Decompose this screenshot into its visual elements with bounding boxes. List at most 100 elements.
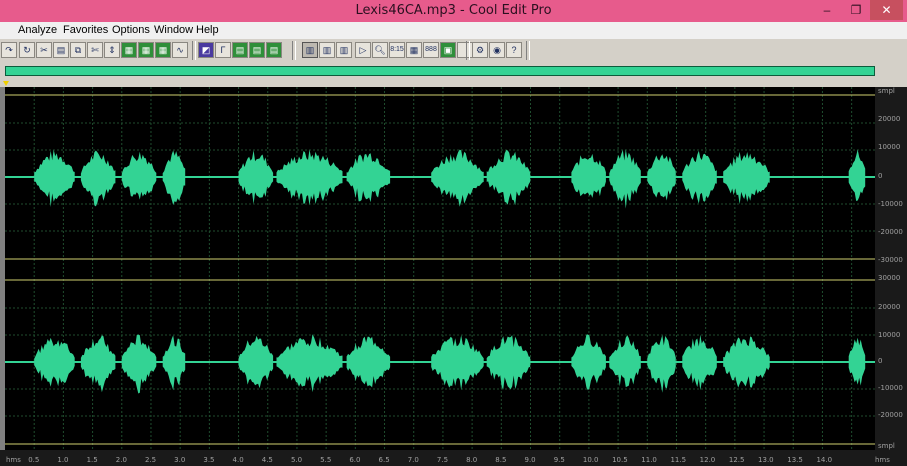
minimize-button[interactable]: ‒	[813, 0, 841, 20]
view-2-icon[interactable]: ▥	[319, 42, 335, 58]
waveform-segment	[346, 336, 391, 388]
settings-icon[interactable]: ⚙	[472, 42, 488, 58]
waveform-svg[interactable]	[5, 87, 875, 450]
amp-label: 20000	[878, 303, 901, 311]
multitrack-3-icon[interactable]: ▤	[266, 42, 282, 58]
amp-label: -20000	[878, 228, 903, 236]
amp-label: 10000	[878, 143, 901, 151]
waveform-segment	[571, 153, 606, 198]
waveform-segment	[162, 335, 186, 391]
menu-options[interactable]: Options	[112, 24, 150, 36]
waveform-segment	[80, 150, 116, 207]
cut-icon[interactable]: ✂	[36, 42, 52, 58]
time-tick-label: 1.5	[86, 456, 98, 464]
view-3-icon[interactable]: ▥	[336, 42, 352, 58]
waveform-segment	[486, 150, 531, 206]
amp-label: smpl	[878, 442, 895, 450]
multitrack-1-icon[interactable]: ▤	[232, 42, 248, 58]
time-tick-label: 2.5	[144, 456, 157, 464]
waveform-segment	[647, 154, 676, 201]
zoom-icon[interactable]: 🔍︎	[372, 42, 388, 58]
waveform-segment	[486, 335, 531, 390]
record-icon[interactable]: ◉	[489, 42, 505, 58]
time-tick-label: 6.0	[349, 456, 361, 464]
time-tick-label: 4.0	[232, 456, 244, 464]
time-tick-label: 12.5	[728, 456, 745, 464]
close-button[interactable]: ✕	[870, 0, 903, 20]
time-tick-label: 7.5	[436, 456, 449, 464]
menu-window[interactable]: Window	[154, 24, 193, 36]
paste-icon[interactable]: ✄	[87, 42, 103, 58]
menu-favorites[interactable]: Favorites	[63, 24, 108, 36]
menu-analyze[interactable]: Analyze	[18, 24, 57, 36]
time-tick-label: 3.0	[174, 456, 186, 464]
time-ruler: hms hms 0.5 1.0 1.5 2.0 2.5 3.0 3.5 4.0 4.5 5.0 5.…	[0, 450, 907, 466]
waveform-segment	[346, 153, 391, 203]
waveform-icon[interactable]: ∿	[172, 42, 188, 58]
amp-label: 20000	[878, 115, 901, 123]
time-tick-label: 3.5	[203, 456, 215, 464]
waveform-segment	[571, 334, 606, 391]
copy-icon[interactable]: ▤	[53, 42, 69, 58]
waveform-segment	[276, 149, 343, 206]
green-tool-3-icon[interactable]: ▦	[155, 42, 171, 58]
time-tick-label: 9.5	[553, 456, 565, 464]
amp-label: 0	[878, 357, 883, 365]
time-start-label: hms	[6, 456, 21, 464]
time-tick-label: 4.5	[261, 456, 273, 464]
waveform-segment	[682, 334, 717, 391]
waveform-segment	[431, 149, 484, 207]
mix-icon[interactable]: ⇕	[104, 42, 120, 58]
view-1-icon[interactable]: ▥	[302, 42, 318, 58]
time-tick-label: 10.5	[612, 456, 628, 464]
window-title: Lexis46CA.mp3 - Cool Edit Pro	[355, 3, 552, 18]
amp-label: -30000	[878, 256, 903, 264]
counter-icon[interactable]: 888	[423, 42, 439, 58]
loop-icon[interactable]: ↻	[19, 42, 35, 58]
waveform-segment	[723, 336, 770, 388]
amp-label: 10000	[878, 331, 901, 339]
help-icon[interactable]: ?	[506, 42, 522, 58]
green-tool-1-icon[interactable]: ▦	[121, 42, 137, 58]
maximize-button[interactable]: ❐	[842, 0, 870, 20]
waveform-segment	[34, 149, 75, 207]
amp-label: smpl	[878, 87, 895, 95]
waveform-display[interactable]	[5, 87, 875, 450]
menu-help[interactable]: Help	[196, 24, 219, 36]
time-tick-label: 11.5	[670, 456, 687, 464]
time-end-label: hms	[875, 456, 890, 464]
amp-label: 30000	[878, 274, 901, 282]
playhead-marker-icon[interactable]	[3, 81, 9, 86]
waveform-segment	[162, 150, 186, 205]
cue-icon[interactable]: ▣	[440, 42, 456, 58]
multitrack-2-icon[interactable]: ▤	[249, 42, 265, 58]
title-bar: Lexis46CA.mp3 - Cool Edit Pro ‒ ❐ ✕	[0, 0, 907, 22]
time-tick-label: 5.0	[290, 456, 303, 464]
time-tick-label: 0.5	[28, 456, 40, 464]
time-tick-label: 11.0	[641, 456, 657, 464]
menu-bar: Analyze Favorites Options Window Help	[0, 22, 907, 39]
overview-scrollbar[interactable]	[5, 66, 875, 76]
scissors-icon[interactable]: ⧉	[70, 42, 86, 58]
waveform-segment	[723, 151, 770, 205]
list-icon[interactable]: ▦	[406, 42, 422, 58]
waveform-segment	[682, 150, 717, 204]
envelope-icon[interactable]: ◩	[198, 42, 214, 58]
blank-icon[interactable]	[457, 42, 473, 58]
play-icon[interactable]: ▷	[355, 42, 371, 58]
time-tick-label: 6.5	[378, 456, 390, 464]
time-tick-label: 9.0	[524, 456, 536, 464]
redo-icon[interactable]: ↷	[1, 42, 17, 58]
amp-label: -10000	[878, 384, 903, 392]
green-tool-2-icon[interactable]: ▦	[138, 42, 154, 58]
amp-label: -20000	[878, 411, 903, 419]
time-tick-label: 8.0	[466, 456, 478, 464]
waveform-segment	[431, 335, 484, 391]
time-tick-label: 5.5	[320, 456, 332, 464]
time-tick-label: 14.0	[816, 456, 833, 464]
time-tick-label: 7.0	[407, 456, 419, 464]
spectral-icon[interactable]: Γ	[215, 42, 231, 58]
time-display-icon[interactable]: 8:15	[389, 42, 405, 58]
time-tick-label: 12.0	[699, 456, 716, 464]
time-tick-label: 8.5	[495, 456, 507, 464]
